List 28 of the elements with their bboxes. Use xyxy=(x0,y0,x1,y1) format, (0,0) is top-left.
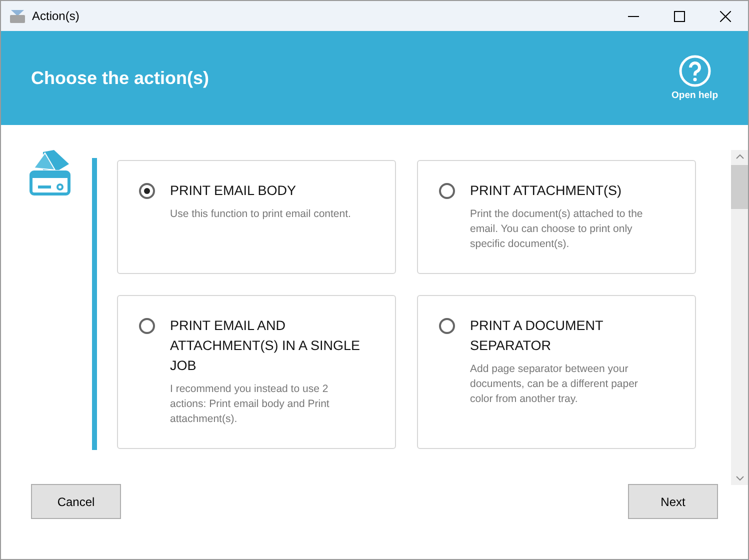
app-icon xyxy=(9,8,26,24)
scroll-up-icon[interactable] xyxy=(736,154,744,159)
radio-button[interactable] xyxy=(139,183,155,199)
maximize-icon xyxy=(674,10,684,22)
cancel-button[interactable]: Cancel xyxy=(31,484,121,519)
action-option[interactable]: PRINT A DOCUMENT SEPARATOR Add page separator between your documents, can be a different paper color from another tray. xyxy=(417,295,696,449)
option-title: PRINT EMAIL AND ATTACHMENT(S) IN A SINGLE JOB xyxy=(170,317,362,375)
option-title: PRINT EMAIL BODY xyxy=(170,182,298,200)
option-description: Add page separator between your documents, can be a different paper color from another tray. xyxy=(470,362,639,407)
scrollbar[interactable] xyxy=(731,150,748,485)
option-description: I recommend you instead to use 2 actions: Print email body and Print attachment(s). xyxy=(170,382,330,427)
window-title: Action(s) xyxy=(32,9,80,23)
printer-icon xyxy=(29,150,71,196)
radio-button[interactable] xyxy=(439,318,455,334)
action-option[interactable]: PRINT ATTACHMENT(S) Print the document(s) attached to the email. You can choose to print only specific document(s). xyxy=(417,160,696,274)
next-button[interactable]: Next xyxy=(628,484,718,519)
option-title: PRINT ATTACHMENT(S) xyxy=(470,182,622,200)
option-description: Use this function to print email content. xyxy=(170,207,351,222)
radio-button[interactable] xyxy=(439,183,455,199)
close-icon xyxy=(720,10,730,22)
action-option[interactable]: PRINT EMAIL AND ATTACHMENT(S) IN A SINGLE JOB I recommend you instead to use 2 actions: Print email body and Print attachment(s). xyxy=(117,295,396,449)
radio-button[interactable] xyxy=(139,318,155,334)
option-description: Print the document(s) attached to the email. You can choose to print only specific document(s). xyxy=(470,207,644,252)
option-title: PRINT A DOCUMENT SEPARATOR xyxy=(470,317,604,355)
scroll-down-icon[interactable] xyxy=(736,476,744,481)
scrollbar-thumb[interactable] xyxy=(731,165,748,209)
action-option[interactable]: PRINT EMAIL BODY Use this function to print email content. xyxy=(117,160,396,274)
header-title: Choose the action(s) xyxy=(31,68,210,88)
